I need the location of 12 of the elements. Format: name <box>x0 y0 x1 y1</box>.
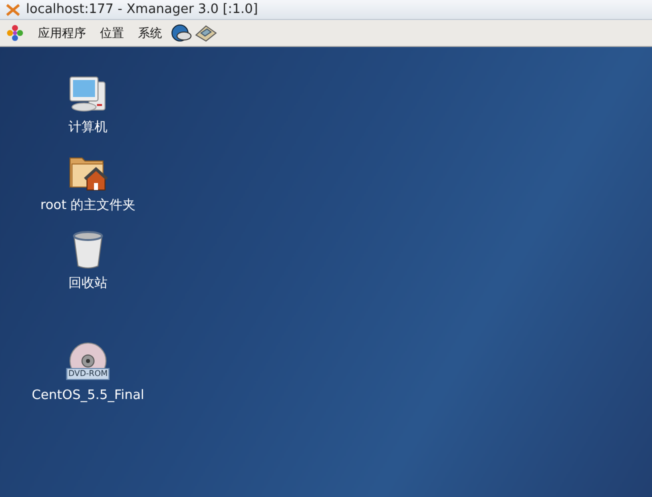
x-logo-icon <box>6 4 20 16</box>
drive-badge: DVD-ROM <box>66 368 110 380</box>
menu-item[interactable]: 应用程序 <box>38 24 86 42</box>
desktop-icon-label[interactable]: 计算机 <box>68 120 108 136</box>
desktop-icon-label[interactable]: CentOS_5.5_Final <box>32 388 144 404</box>
menu-item[interactable]: 位置 <box>100 24 124 42</box>
trash-icon <box>70 230 106 270</box>
desktop-icon-label[interactable]: 回收站 <box>68 276 108 292</box>
flower-logo-icon <box>6 24 24 42</box>
window-title: localhost:177 - Xmanager 3.0 [:1.0] <box>26 0 258 19</box>
menu-item[interactable]: 系统 <box>138 24 162 42</box>
desktop-icon-label[interactable]: root 的主文件夹 <box>40 198 136 214</box>
